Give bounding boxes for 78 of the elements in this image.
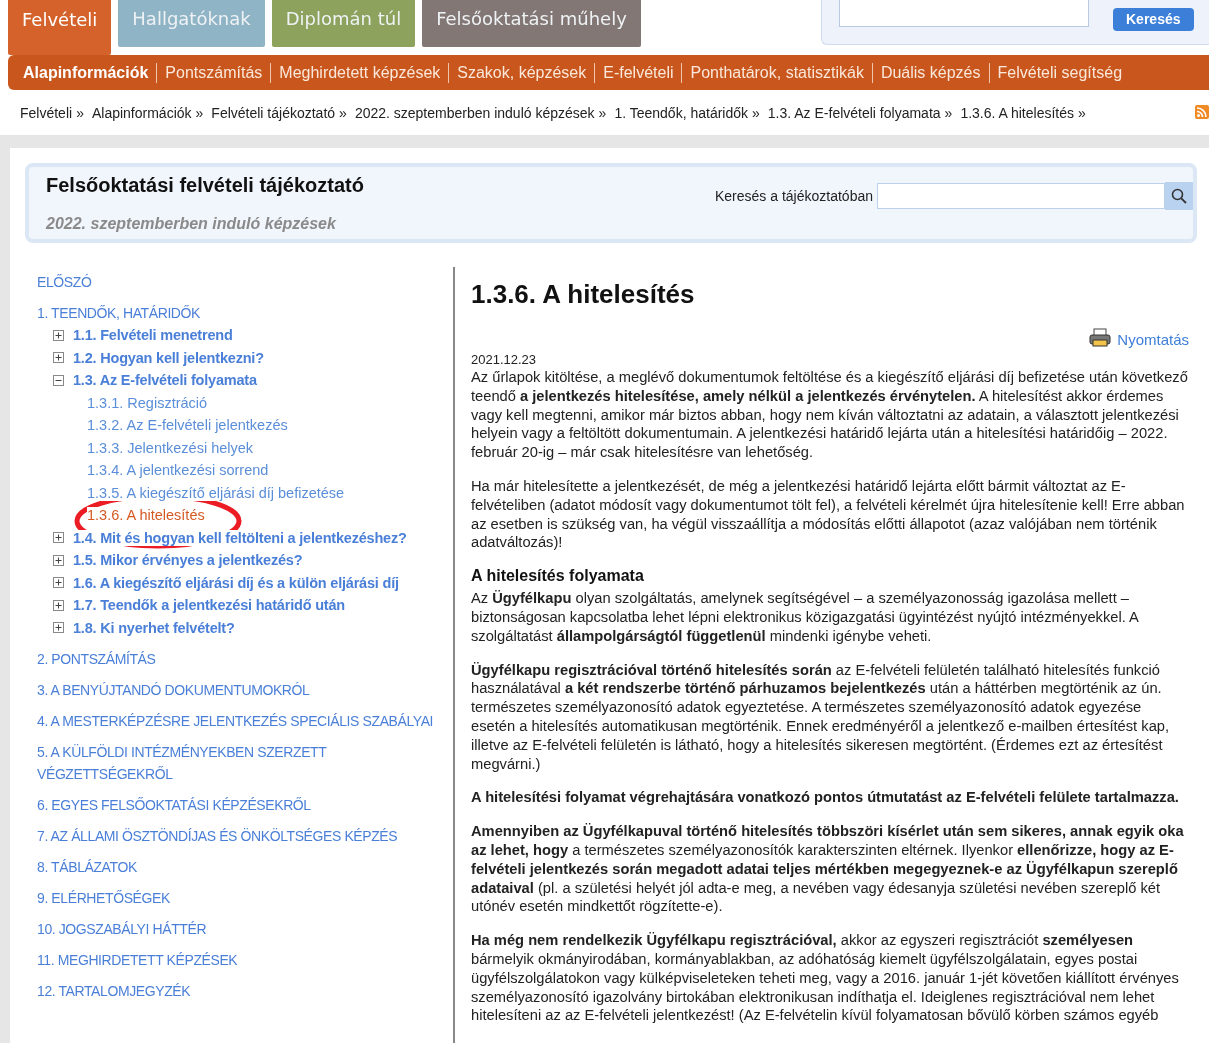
- breadcrumb-link[interactable]: 1.3. Az E-felvételi folyamata: [767, 104, 941, 121]
- toc-link[interactable]: 1.3.2. Az E-felvételi jelentkezés: [87, 417, 288, 434]
- toc-link[interactable]: 1.3.5. A kiegészítő eljárási díj befizetése: [87, 484, 345, 501]
- search-button[interactable]: Keresés: [1113, 8, 1194, 31]
- article-title: 1.3.6. A hitelesítés: [471, 279, 696, 310]
- expand-icon[interactable]: [53, 554, 64, 566]
- breadcrumb-link[interactable]: 1. Teendők, határidők: [614, 104, 748, 121]
- paragraph: Ügyfélkapu regisztrációval történő hitelesítés során az E-felvételi felületén található hitelesítés funkció használatával a két rendszerbe történő párhuzamos bejelentkezés után a háttérben megtörténik az ún. természetes személyazonosító adatok egyeztetése. A természetes személyazonosító adatok egyezése esetén a hitelesítés automatikusan megtörténik. Ennek eredményéről a jelentkező e-mailben értesítést kap, illetve az E-felvételi felületén is látható, hogy a hitelesítés sikeresen megtörtént. (Érdemes ezt az értesítést megvárni.): [471, 660, 1171, 774]
- breadcrumb-separator: »: [1078, 104, 1086, 121]
- paragraph: A hitelesítési folyamat végrehajtására vonatkozó pontos útmutatást az E-felvételi felülete tartalmazza.: [471, 788, 1180, 808]
- expand-icon[interactable]: [53, 352, 64, 364]
- nav-link[interactable]: Pontszámítás: [156, 62, 271, 83]
- toc-section-link[interactable]: 10. JOGSZABÁLYI HÁTTÉR: [37, 918, 437, 940]
- breadcrumb-separator: »: [752, 104, 760, 121]
- site-tab[interactable]: Felvételi: [8, 0, 112, 55]
- expand-icon[interactable]: [53, 532, 64, 544]
- section-heading: A hitelesítés folyamata: [471, 567, 645, 586]
- toc-section-link[interactable]: 4. A MESTERKÉPZÉSRE JELENTKEZÉS SPECIÁLIS SZABÁLYAI: [37, 710, 437, 732]
- paragraph: Az űrlapok kitöltése, a meglévő dokumentumok feltöltése és a kiegészítő eljárási díj befizetése után következő teendő a jelentkezés hitelesítése, amely nélkül a jelentkezés érvénytelen. A hitelesítést akkor érdemes vagy kell megtenni, amikor már biztos abban, hogy nem kíván változtatni az adatain, a választott jelentkezési helyein vagy a feltöltött dokumentumain. A jelentkezési határidő lejárta után a hitelesítési határidőig – 2022. február 20-ig – már csak hitelesítésre van lehetőség.: [471, 368, 1189, 462]
- paragraph: Ha már hitelesítette a jelentkezését, de még a jelentkezési határidő lejárta előtt bármit változtat az E-felvételiben (adatot módosít vagy dokumentumot tölt fel), a felvételi kérelmét újra hitelesítenie kell! Erre abban az esetben is szükség van, ha végül visszaállítja a módosítás előtti állapotot (azaz valójában nem történik adatváltozás)!: [471, 477, 1186, 553]
- guide-title: Felsőoktatási felvételi tájékoztató: [46, 174, 364, 197]
- article-date: 2021.12.23: [471, 352, 538, 367]
- toc-section-link[interactable]: 1. TEENDŐK, HATÁRIDŐK: [37, 302, 437, 324]
- nav-link[interactable]: Alapinformációk: [23, 62, 157, 83]
- breadcrumb-separator: »: [339, 104, 347, 121]
- toc-section-link[interactable]: ELŐSZÓ: [37, 271, 437, 293]
- print-link[interactable]: Nyomtatás: [1089, 328, 1189, 348]
- nav-link[interactable]: Szakok, képzések: [448, 62, 595, 83]
- search-icon: [1171, 188, 1187, 204]
- toc-section-link[interactable]: 5. A KÜLFÖLDI INTÉZMÉNYEKBEN SZERZETT VÉGZETTSÉGEKRŐL: [37, 741, 437, 785]
- nav-link[interactable]: Felvételi segítség: [988, 62, 1131, 83]
- toc-link[interactable]: 1.3.1. Regisztráció: [87, 394, 208, 411]
- search-field[interactable]: [877, 183, 1165, 209]
- toc-link[interactable]: 1.5. Mikor érvényes a jelentkezés?: [73, 552, 303, 569]
- toc-link[interactable]: 1.2. Hogyan kell jelentkezni?: [73, 349, 264, 366]
- toc-section-link[interactable]: 2. PONTSZÁMÍTÁS: [37, 648, 437, 670]
- site-tab[interactable]: Felsőoktatási műhely: [422, 0, 641, 47]
- toc-section-link[interactable]: 12. TARTALOMJEGYZÉK: [37, 980, 437, 1002]
- breadcrumb-link[interactable]: Felvételi tájékoztató: [211, 104, 336, 121]
- expand-icon[interactable]: [53, 577, 64, 589]
- printer-icon: [1089, 328, 1112, 348]
- toc-section-link[interactable]: 9. ELÉRHETŐSÉGEK: [37, 887, 437, 909]
- paragraph: Amennyiben az Ügyfélkapuval történő hitelesítés többszöri kísérlet után sem sikeres, annak egyik oka az lehet, hogy a természetes személyazonosítók karakterszinten eltérnek. Ilyenkor ellenőrizze, hogy az E-felvételi jelentkezés során megadott adatai teljes mértékben megegyeznek-e az Ügyfélkapun szereplő adataival (pl. a születési helyét jól adta-e meg, a nevében vagy édesanyja születési nevében szereplő két utónév esetén mindkettőt rögzítette-e).: [471, 822, 1185, 917]
- toc-link[interactable]: 1.7. Teendők a jelentkezési határidő után: [73, 597, 345, 614]
- toc-link[interactable]: 1.3.4. A jelentkezési sorrend: [87, 462, 269, 479]
- nav-link[interactable]: Ponthatárok, statisztikák: [681, 62, 872, 83]
- site-tab[interactable]: Diplomán túl: [271, 0, 416, 47]
- toc-section-link[interactable]: 11. MEGHIRDETETT KÉPZÉSEK: [37, 949, 437, 971]
- paragraph: Az Ügyfélkapu olyan szolgáltatás, amelynek segítségével – a személyazonosság igazolása mellett – biztonságosan kapcsolatba lehet lépni elektronikus közigazgatási ügyintézést nyújtó intézményekkel. A szolgáltatást állampolgárságtól függetlenül mindenki igénybe veheti.: [471, 589, 1140, 646]
- expand-icon[interactable]: [53, 329, 64, 341]
- toc-link[interactable]: 1.4. Mit és hogyan kell feltölteni a jelentkezéshez?: [73, 529, 407, 546]
- search-button[interactable]: [1165, 182, 1193, 210]
- breadcrumb-separator: »: [944, 104, 953, 121]
- breadcrumb-separator: »: [598, 104, 607, 121]
- toc-section-link[interactable]: 7. AZ ÁLLAMI ÖSZTÖNDÍJAS ÉS ÖNKÖLTSÉGES KÉPZÉS: [37, 825, 437, 847]
- search-label: Keresés a tájékoztatóban: [715, 188, 873, 204]
- breadcrumb-link[interactable]: Alapinformációk: [91, 104, 192, 121]
- toc-link[interactable]: 1.8. Ki nyerhet felvételt?: [73, 619, 235, 636]
- expand-icon[interactable]: [53, 622, 64, 634]
- toc-link[interactable]: 1.6. A kiegészítő eljárási díj és a külön eljárási díj: [73, 574, 399, 591]
- toc-section-link[interactable]: 8. TÁBLÁZATOK: [37, 856, 437, 878]
- toc-link[interactable]: 1.3.3. Jelentkezési helyek: [87, 439, 254, 456]
- breadcrumb-separator: »: [195, 104, 204, 121]
- breadcrumb-link[interactable]: 1.3.6. A hitelesítés: [960, 104, 1074, 121]
- breadcrumb-link[interactable]: 2022. szeptemberben induló képzések: [354, 104, 595, 121]
- toc-section-link[interactable]: 6. EGYES FELSŐOKTATÁSI KÉPZÉSEKRŐL: [37, 794, 437, 816]
- toc-section-link[interactable]: 3. A BENYÚJTANDÓ DOKUMENTUMOKRÓL: [37, 679, 437, 701]
- search-field[interactable]: [839, 0, 1089, 27]
- nav-link[interactable]: E-felvételi: [594, 62, 682, 83]
- toc-link[interactable]: 1.3. Az E-felvételi folyamata: [73, 372, 257, 389]
- breadcrumb-link[interactable]: Felvételi: [20, 104, 73, 121]
- nav-link[interactable]: Duális képzés: [871, 62, 989, 83]
- paragraph: Ha még nem rendelkezik Ügyfélkapu regisztrációval, akkor az egyszeri regisztrációt személyesen bármelyik okmányirodában, kormányablakban, az adóhatóság kiemelt ügyfélszolgálatain, egyes postai ügyfélszolgálatokon vagy külképviseleteken teheti meg, vagy a 2016. január 1-jét követően kiállított érvényes személyazonosító igazolvány birtokában elektronikusan indíthatja el. Ideiglenes regisztrációval nem lehet hitelesíteni az az E-felvételi jelentkezést! (Az E-felvételin kívül folyamatosan bővülő körben számos egyéb: [471, 931, 1180, 1026]
- collapse-icon[interactable]: [53, 374, 64, 386]
- guide-subtitle: 2022. szeptemberben induló képzések: [46, 215, 337, 233]
- expand-icon[interactable]: [53, 599, 64, 611]
- nav-link[interactable]: Meghirdetett képzések: [270, 62, 449, 83]
- breadcrumb-separator: »: [76, 104, 84, 121]
